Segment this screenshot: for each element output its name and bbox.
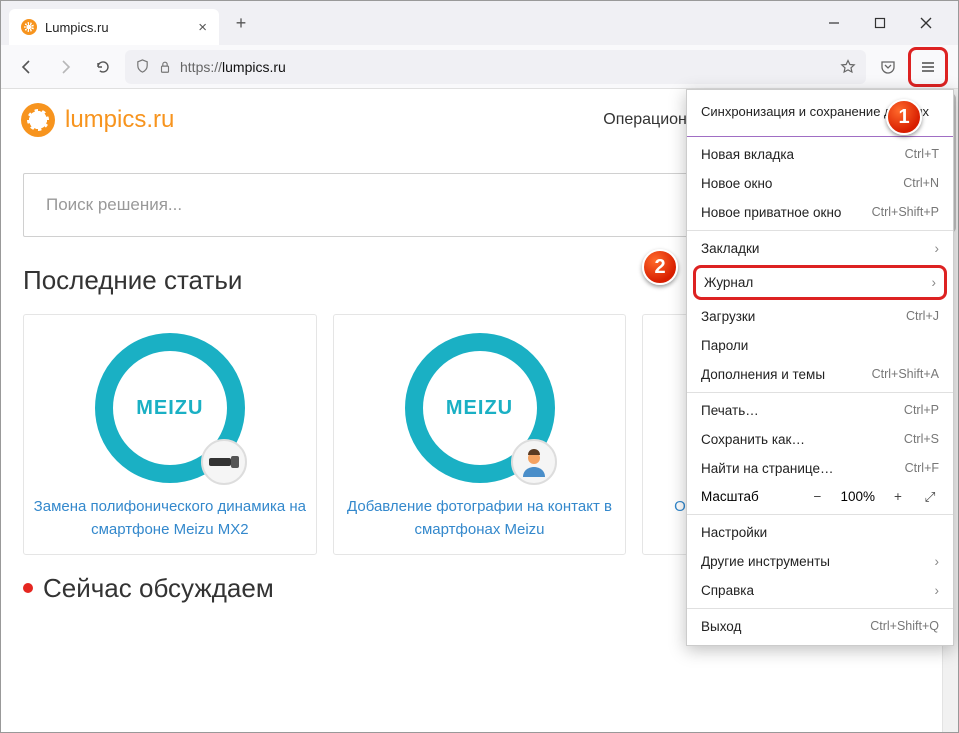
- menu-passwords[interactable]: Пароли: [687, 331, 953, 360]
- card-image: MEIZU: [95, 333, 245, 483]
- app-menu: Синхронизация и сохранение данных Новая …: [686, 89, 954, 646]
- maximize-button[interactable]: [866, 9, 894, 37]
- address-bar[interactable]: https://lumpics.ru: [125, 50, 866, 84]
- menu-settings[interactable]: Настройки: [687, 518, 953, 547]
- card-image: MEIZU: [405, 333, 555, 483]
- menu-bookmarks[interactable]: Закладки›: [687, 234, 953, 263]
- card-title: Замена полифонического динамика на смарт…: [32, 495, 308, 542]
- new-tab-button[interactable]: +: [227, 9, 255, 37]
- menu-find[interactable]: Найти на странице…Ctrl+F: [687, 454, 953, 483]
- url-text: https://lumpics.ru: [180, 59, 286, 75]
- article-card[interactable]: MEIZU Замена полифонического динамика на…: [23, 314, 317, 555]
- menu-help[interactable]: Справка›: [687, 576, 953, 605]
- tab-title: Lumpics.ru: [45, 20, 109, 35]
- site-logo[interactable]: lumpics.ru: [21, 103, 174, 137]
- chevron-right-icon: ›: [935, 241, 940, 256]
- bullet-icon: [23, 583, 33, 593]
- logo-text: lumpics.ru: [65, 106, 174, 134]
- shield-icon: [135, 59, 150, 74]
- fullscreen-button[interactable]: ⤢: [921, 489, 939, 505]
- chevron-right-icon: ›: [932, 275, 937, 290]
- bookmark-star-icon[interactable]: [840, 59, 856, 75]
- card-title: Добавление фотографии на контакт в смарт…: [342, 495, 618, 542]
- menu-new-private[interactable]: Новое приватное окноCtrl+Shift+P: [687, 198, 953, 227]
- menu-zoom: Масштаб − 100% + ⤢: [687, 483, 953, 511]
- menu-button-highlight: [908, 47, 948, 87]
- avatar-icon: [511, 439, 557, 485]
- menu-save-as[interactable]: Сохранить как…Ctrl+S: [687, 425, 953, 454]
- pocket-button[interactable]: [872, 51, 904, 83]
- menu-quit[interactable]: ВыходCtrl+Shift+Q: [687, 612, 953, 641]
- chevron-right-icon: ›: [935, 583, 940, 598]
- lock-icon: [158, 60, 172, 74]
- menu-new-tab[interactable]: Новая вкладкаCtrl+T: [687, 140, 953, 169]
- annotation-badge-1: 1: [886, 99, 922, 135]
- menu-addons[interactable]: Дополнения и темыCtrl+Shift+A: [687, 360, 953, 389]
- logo-icon: [21, 103, 55, 137]
- reload-button[interactable]: [87, 51, 119, 83]
- back-button[interactable]: [11, 51, 43, 83]
- zoom-out-button[interactable]: −: [808, 489, 826, 504]
- zoom-in-button[interactable]: +: [889, 489, 907, 504]
- window-controls: [820, 9, 950, 37]
- speaker-icon: [201, 439, 247, 485]
- article-card[interactable]: MEIZU Добавление фотографии на контакт в…: [333, 314, 627, 555]
- browser-toolbar: https://lumpics.ru: [1, 45, 958, 89]
- forward-button[interactable]: [49, 51, 81, 83]
- close-tab-icon[interactable]: ×: [198, 19, 207, 36]
- menu-history[interactable]: Журнал›: [693, 265, 947, 300]
- close-window-button[interactable]: [912, 9, 940, 37]
- chevron-right-icon: ›: [935, 554, 940, 569]
- annotation-badge-2: 2: [642, 249, 678, 285]
- app-menu-button[interactable]: [912, 51, 944, 83]
- favicon-icon: [21, 19, 37, 35]
- menu-more-tools[interactable]: Другие инструменты›: [687, 547, 953, 576]
- zoom-value: 100%: [840, 489, 875, 504]
- minimize-button[interactable]: [820, 9, 848, 37]
- menu-new-window[interactable]: Новое окноCtrl+N: [687, 169, 953, 198]
- titlebar: Lumpics.ru × +: [1, 1, 958, 45]
- menu-downloads[interactable]: ЗагрузкиCtrl+J: [687, 302, 953, 331]
- menu-print[interactable]: Печать…Ctrl+P: [687, 396, 953, 425]
- browser-tab[interactable]: Lumpics.ru ×: [9, 9, 219, 45]
